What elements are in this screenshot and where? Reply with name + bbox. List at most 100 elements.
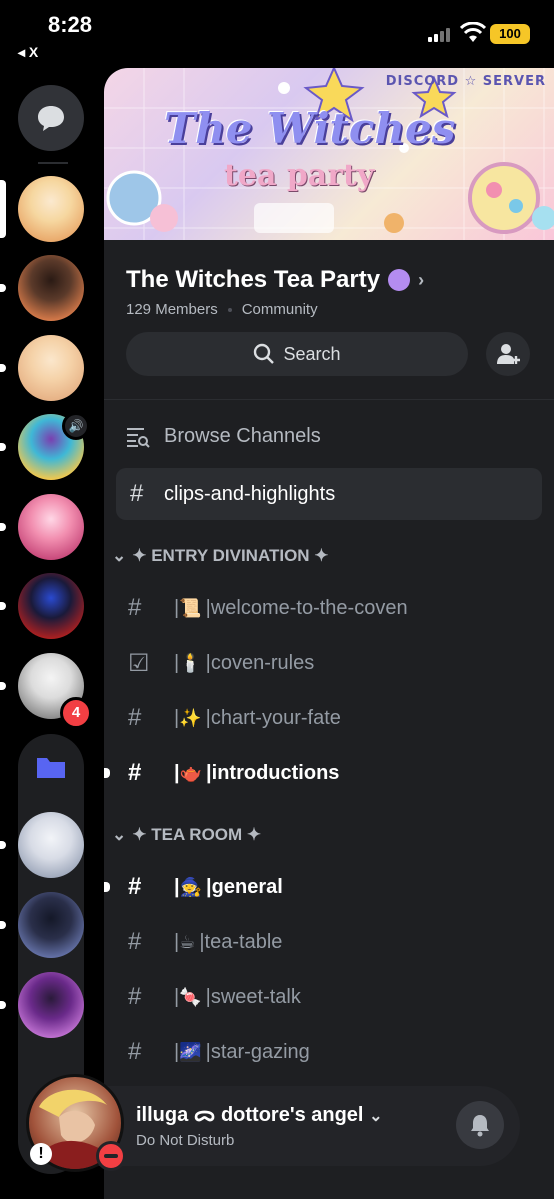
server-type: Community (241, 301, 318, 318)
server-banner[interactable]: DISCORD ☆ SERVER The Witches tea party (104, 68, 554, 240)
hash-icon: # (128, 1038, 142, 1065)
channel-panel: DISCORD ☆ SERVER The Witches tea party T… (104, 68, 554, 1199)
unread-indicator (0, 364, 6, 372)
user-status: Do Not Disturb (136, 1132, 235, 1149)
status-bar: 8:28 ◂ X 100 (0, 0, 554, 66)
hash-icon: # (128, 594, 142, 621)
folder-server-icon[interactable] (18, 892, 84, 958)
unread-indicator (0, 841, 6, 849)
do-not-disturb-status-icon (96, 1141, 126, 1171)
server-meta: 129 Members Community (126, 301, 318, 318)
chevron-down-icon: ⌄ (369, 1108, 383, 1125)
unread-indicator (104, 882, 110, 892)
category-header[interactable]: ⌄ ✦ TEA ROOM ✦ (112, 825, 261, 845)
hash-icon: # (128, 983, 142, 1010)
server-name: The Witches Tea Party (126, 266, 381, 293)
unread-indicator (0, 523, 6, 531)
channel-label: chart-your-fate (210, 706, 341, 729)
boost-flower-icon (388, 269, 411, 291)
channel-label: introductions (211, 761, 340, 784)
selected-indicator (0, 180, 6, 238)
server-icon[interactable] (18, 335, 84, 401)
hash-icon: # (128, 704, 142, 731)
back-to-app-link[interactable]: ◂ X (18, 44, 38, 61)
server-icon[interactable] (18, 255, 84, 321)
folder-server-icon[interactable] (18, 812, 84, 878)
hash-icon: # (130, 480, 144, 507)
unread-indicator (0, 284, 6, 292)
direct-messages-button[interactable] (18, 85, 84, 151)
search-button[interactable]: Search (126, 332, 468, 376)
search-label: Search (283, 343, 341, 364)
unread-indicator (0, 682, 6, 690)
channel-emoji-icon: 🕯️ (179, 652, 202, 674)
notifications-button[interactable] (456, 1101, 504, 1149)
banner-tag: DISCORD ☆ SERVER (385, 74, 546, 89)
username[interactable]: illuga ᯅ dottore's angel ⌄ (136, 1100, 382, 1127)
chevron-right-icon: › (418, 269, 425, 290)
channel-introductions[interactable]: # | 🫖 | introductions (126, 753, 546, 793)
channel-general[interactable]: # | 🧙 | general (126, 867, 546, 907)
folder-server-icon[interactable] (18, 972, 84, 1038)
banner-decoration (104, 68, 554, 240)
banner-title: The Witches (164, 104, 456, 153)
channel-clips-and-highlights[interactable]: # clips-and-highlights (116, 468, 542, 520)
server-icon[interactable] (18, 494, 84, 560)
rail-divider (38, 162, 68, 164)
category-label: ✦ ENTRY DIVINATION ✦ (132, 546, 329, 565)
channel-label: sweet-talk (210, 985, 301, 1008)
category-label: ✦ TEA ROOM ✦ (132, 825, 262, 844)
category-header[interactable]: ⌄ ✦ ENTRY DIVINATION ✦ (112, 546, 329, 566)
channel-emoji-icon: ✨ (179, 707, 202, 729)
browse-channels-button[interactable]: Browse Channels (126, 425, 321, 448)
member-count: 129 Members (126, 301, 218, 318)
invite-members-button[interactable] (486, 332, 530, 376)
chevron-down-icon: ⌄ (112, 546, 127, 565)
channel-emoji-icon: 📜 (179, 597, 202, 619)
channel-emoji-icon: 🍬 (179, 986, 202, 1008)
server-icon[interactable] (18, 176, 84, 242)
unread-indicator (0, 921, 6, 929)
channel-label: star-gazing (210, 1040, 310, 1063)
meta-separator (227, 308, 232, 313)
rules-checkbox-icon: ☑ (128, 649, 150, 677)
voice-speaker-icon: 🔊 (62, 412, 90, 440)
channel-emoji-icon: 🌌 (179, 1041, 202, 1063)
channel-tea-table[interactable]: # | ☕ | tea-table (126, 922, 546, 962)
server-rail: 🔊 4 (0, 70, 104, 1199)
hash-icon: # (128, 759, 142, 786)
channel-welcome-to-the-coven[interactable]: # | 📜 | welcome-to-the-coven (126, 588, 546, 628)
banner-subtitle: tea party (224, 158, 375, 193)
unread-indicator (104, 768, 110, 778)
wifi-icon (460, 22, 486, 42)
server-name-button[interactable]: The Witches Tea Party › (126, 266, 424, 294)
unread-indicator (0, 443, 6, 451)
warning-icon[interactable]: ! (30, 1143, 52, 1165)
channel-emoji-icon: 🫖 (179, 762, 203, 784)
search-icon (254, 343, 275, 364)
chat-bubble-icon (38, 106, 64, 131)
channel-sweet-talk[interactable]: # | 🍬 | sweet-talk (126, 977, 546, 1017)
add-member-icon (497, 344, 520, 364)
channel-label: tea-table (204, 930, 283, 953)
header-divider (104, 399, 554, 400)
bell-icon (471, 1115, 489, 1137)
channel-emoji-icon: 🧙 (179, 876, 203, 898)
browse-list-icon (127, 427, 150, 448)
username-text: illuga ᯅ dottore's angel (136, 1104, 364, 1126)
battery-indicator: 100 (490, 24, 530, 44)
channel-label: coven-rules (210, 651, 315, 674)
channel-chart-your-fate[interactable]: # | ✨ | chart-your-fate (126, 698, 546, 738)
mention-badge: 4 (60, 697, 92, 729)
unread-indicator (0, 602, 6, 610)
browse-channels-label: Browse Channels (164, 425, 321, 447)
channel-star-gazing[interactable]: # | 🌌 | star-gazing (126, 1032, 546, 1072)
unread-indicator (0, 1001, 6, 1009)
channel-label: general (211, 875, 283, 898)
clock: 8:28 (48, 12, 93, 37)
channel-emoji-icon: ☕ (179, 931, 196, 953)
server-icon[interactable] (18, 573, 84, 639)
channel-coven-rules[interactable]: ☑ | 🕯️ | coven-rules (126, 643, 546, 683)
cellular-signal-icon (428, 26, 456, 42)
folder-icon[interactable] (18, 734, 84, 800)
